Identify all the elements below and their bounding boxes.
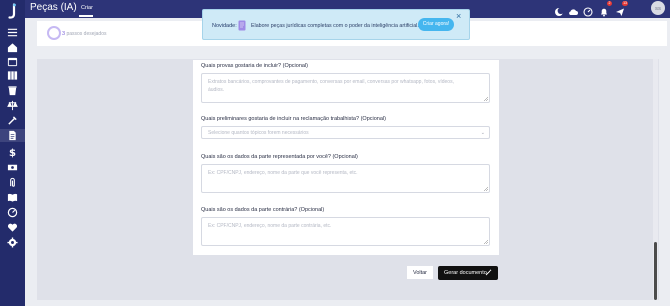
evidence-textarea[interactable]: Extratos bancários, comprovantes de paga… xyxy=(201,73,490,103)
svg-text:$: $ xyxy=(9,148,16,158)
speed-icon[interactable] xyxy=(583,4,593,17)
bell-icon[interactable]: 2 xyxy=(599,1,612,17)
avatar[interactable]: SS xyxy=(651,1,665,15)
scrollbar-thumb[interactable] xyxy=(654,242,657,300)
plane-icon[interactable]: 13 xyxy=(615,1,628,16)
money-icon[interactable] xyxy=(7,162,18,173)
magic-wand-icon xyxy=(485,269,492,276)
step-current: 3 xyxy=(62,31,66,37)
banner-text: Elabore peças jurídicas completas com o … xyxy=(251,23,419,29)
opposing-party-textarea[interactable]: Ex: CPF/CNPJ, endereço, nome da parte co… xyxy=(201,217,490,246)
moon-icon[interactable] xyxy=(554,4,564,16)
resize-grip-icon[interactable] xyxy=(484,97,488,101)
columns-icon[interactable] xyxy=(7,70,18,81)
bell-badge: 2 xyxy=(607,1,612,6)
create-now-button[interactable]: Criar agora! xyxy=(418,18,454,31)
close-icon[interactable]: × xyxy=(456,11,461,21)
tab-criar[interactable]: Criar xyxy=(81,5,93,11)
tools-icon[interactable] xyxy=(7,115,18,126)
sidebar: $ xyxy=(0,0,25,306)
select-placeholder: Selecione quantos tópicos forem necessár… xyxy=(208,130,309,136)
form-card: Quais provas gostaria de incluir? (Opcio… xyxy=(193,60,499,255)
question-label: Quais provas gostaria de incluir? (Opcio… xyxy=(201,63,308,69)
represented-party-textarea[interactable]: Ex: CPF/CNPJ, endereço, nome da parte qu… xyxy=(201,164,490,193)
resize-grip-icon[interactable] xyxy=(484,187,488,191)
generate-label: Gerar documento xyxy=(444,270,487,276)
document-icon[interactable] xyxy=(0,129,25,142)
banner-label: Novidade: xyxy=(212,23,237,29)
trash-icon[interactable] xyxy=(7,85,18,96)
menu-icon[interactable] xyxy=(7,27,18,38)
question-label: Quais são os dados da parte contrária? (… xyxy=(201,207,325,213)
cloud-icon[interactable] xyxy=(568,4,578,15)
scale-icon[interactable] xyxy=(7,100,18,111)
step-indicator: 3 passos desejados xyxy=(62,31,106,37)
heart-icon[interactable] xyxy=(7,222,18,233)
calendar-icon[interactable] xyxy=(7,56,18,67)
app-root: $ Peças (IA) Criar 2 13 SS 3 passos dese… xyxy=(0,0,670,306)
field-placeholder: Extratos bancários, comprovantes de paga… xyxy=(208,79,454,93)
generate-document-button[interactable]: Gerar documento xyxy=(438,266,498,280)
field-placeholder: Ex: CPF/CNPJ, endereço, nome da parte co… xyxy=(208,223,332,229)
tab-underline xyxy=(79,15,93,17)
page-title: Peças (IA) xyxy=(30,2,77,13)
plane-badge: 13 xyxy=(622,1,628,6)
clip-icon[interactable] xyxy=(7,177,18,188)
home-icon[interactable] xyxy=(7,42,18,53)
question-label: Quais são os dados da parte representada… xyxy=(201,154,358,160)
news-banner: Novidade: Elabore peças jurídicas comple… xyxy=(202,9,470,40)
app-logo-icon[interactable] xyxy=(4,3,20,19)
gauge-icon[interactable] xyxy=(7,207,18,218)
document-pen-icon xyxy=(238,20,246,31)
preliminaries-select[interactable]: Selecione quantos tópicos forem necessár… xyxy=(201,126,490,139)
dollar-icon[interactable]: $ xyxy=(7,147,18,158)
step-progress-circle xyxy=(47,26,61,40)
step-label: passos desejados xyxy=(66,31,107,37)
resize-grip-icon[interactable] xyxy=(484,240,488,244)
chevron-down-icon: ⌄ xyxy=(480,130,485,136)
back-button[interactable]: Voltar xyxy=(407,266,433,279)
question-label: Quais preliminares gostaria de incluir n… xyxy=(201,116,386,122)
field-placeholder: Ex: CPF/CNPJ, endereço, nome da parte qu… xyxy=(208,170,358,176)
book-icon[interactable] xyxy=(7,192,18,203)
settings-icon[interactable] xyxy=(7,237,18,248)
